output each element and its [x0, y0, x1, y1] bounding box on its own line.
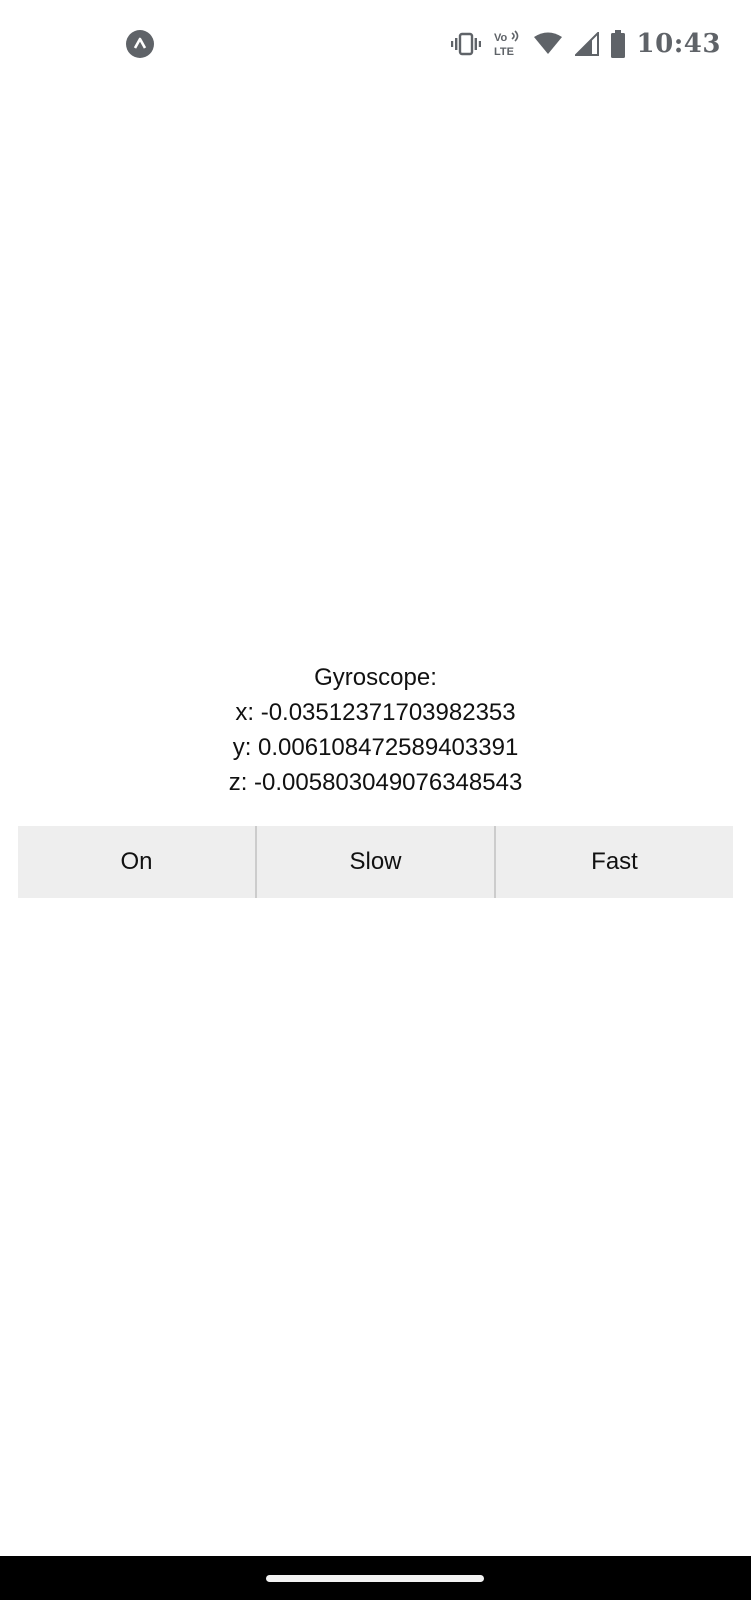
- home-gesture-handle[interactable]: [266, 1575, 484, 1582]
- expo-caret-icon: [126, 30, 154, 58]
- slow-button[interactable]: Slow: [255, 826, 494, 898]
- gyroscope-y-value: y: 0.006108472589403391: [232, 734, 519, 761]
- gyroscope-title: Gyroscope:: [314, 664, 437, 691]
- volte-label-top: Vo: [494, 32, 508, 44]
- vibrate-icon: [450, 32, 481, 56]
- battery-icon: [610, 30, 625, 58]
- gyroscope-readout: Gyroscope: x: -0.03512371703982353 y: 0.…: [0, 660, 751, 800]
- status-icons: Vo LTE 10:43: [450, 22, 721, 66]
- fast-button[interactable]: Fast: [494, 826, 733, 898]
- status-time: 10:43: [636, 29, 721, 59]
- sensor-controls: On Slow Fast: [18, 826, 733, 898]
- gyroscope-z-value: z: -0.005803049076348543: [228, 769, 523, 796]
- volte-label-bottom: LTE: [494, 46, 514, 58]
- volte-icon: Vo LTE: [493, 29, 521, 59]
- gyroscope-x-value: x: -0.03512371703982353: [235, 699, 516, 726]
- status-bar: Vo LTE 10:43: [0, 0, 751, 88]
- on-button[interactable]: On: [18, 826, 255, 898]
- wifi-icon: [533, 32, 563, 56]
- cell-signal-icon: [574, 32, 599, 56]
